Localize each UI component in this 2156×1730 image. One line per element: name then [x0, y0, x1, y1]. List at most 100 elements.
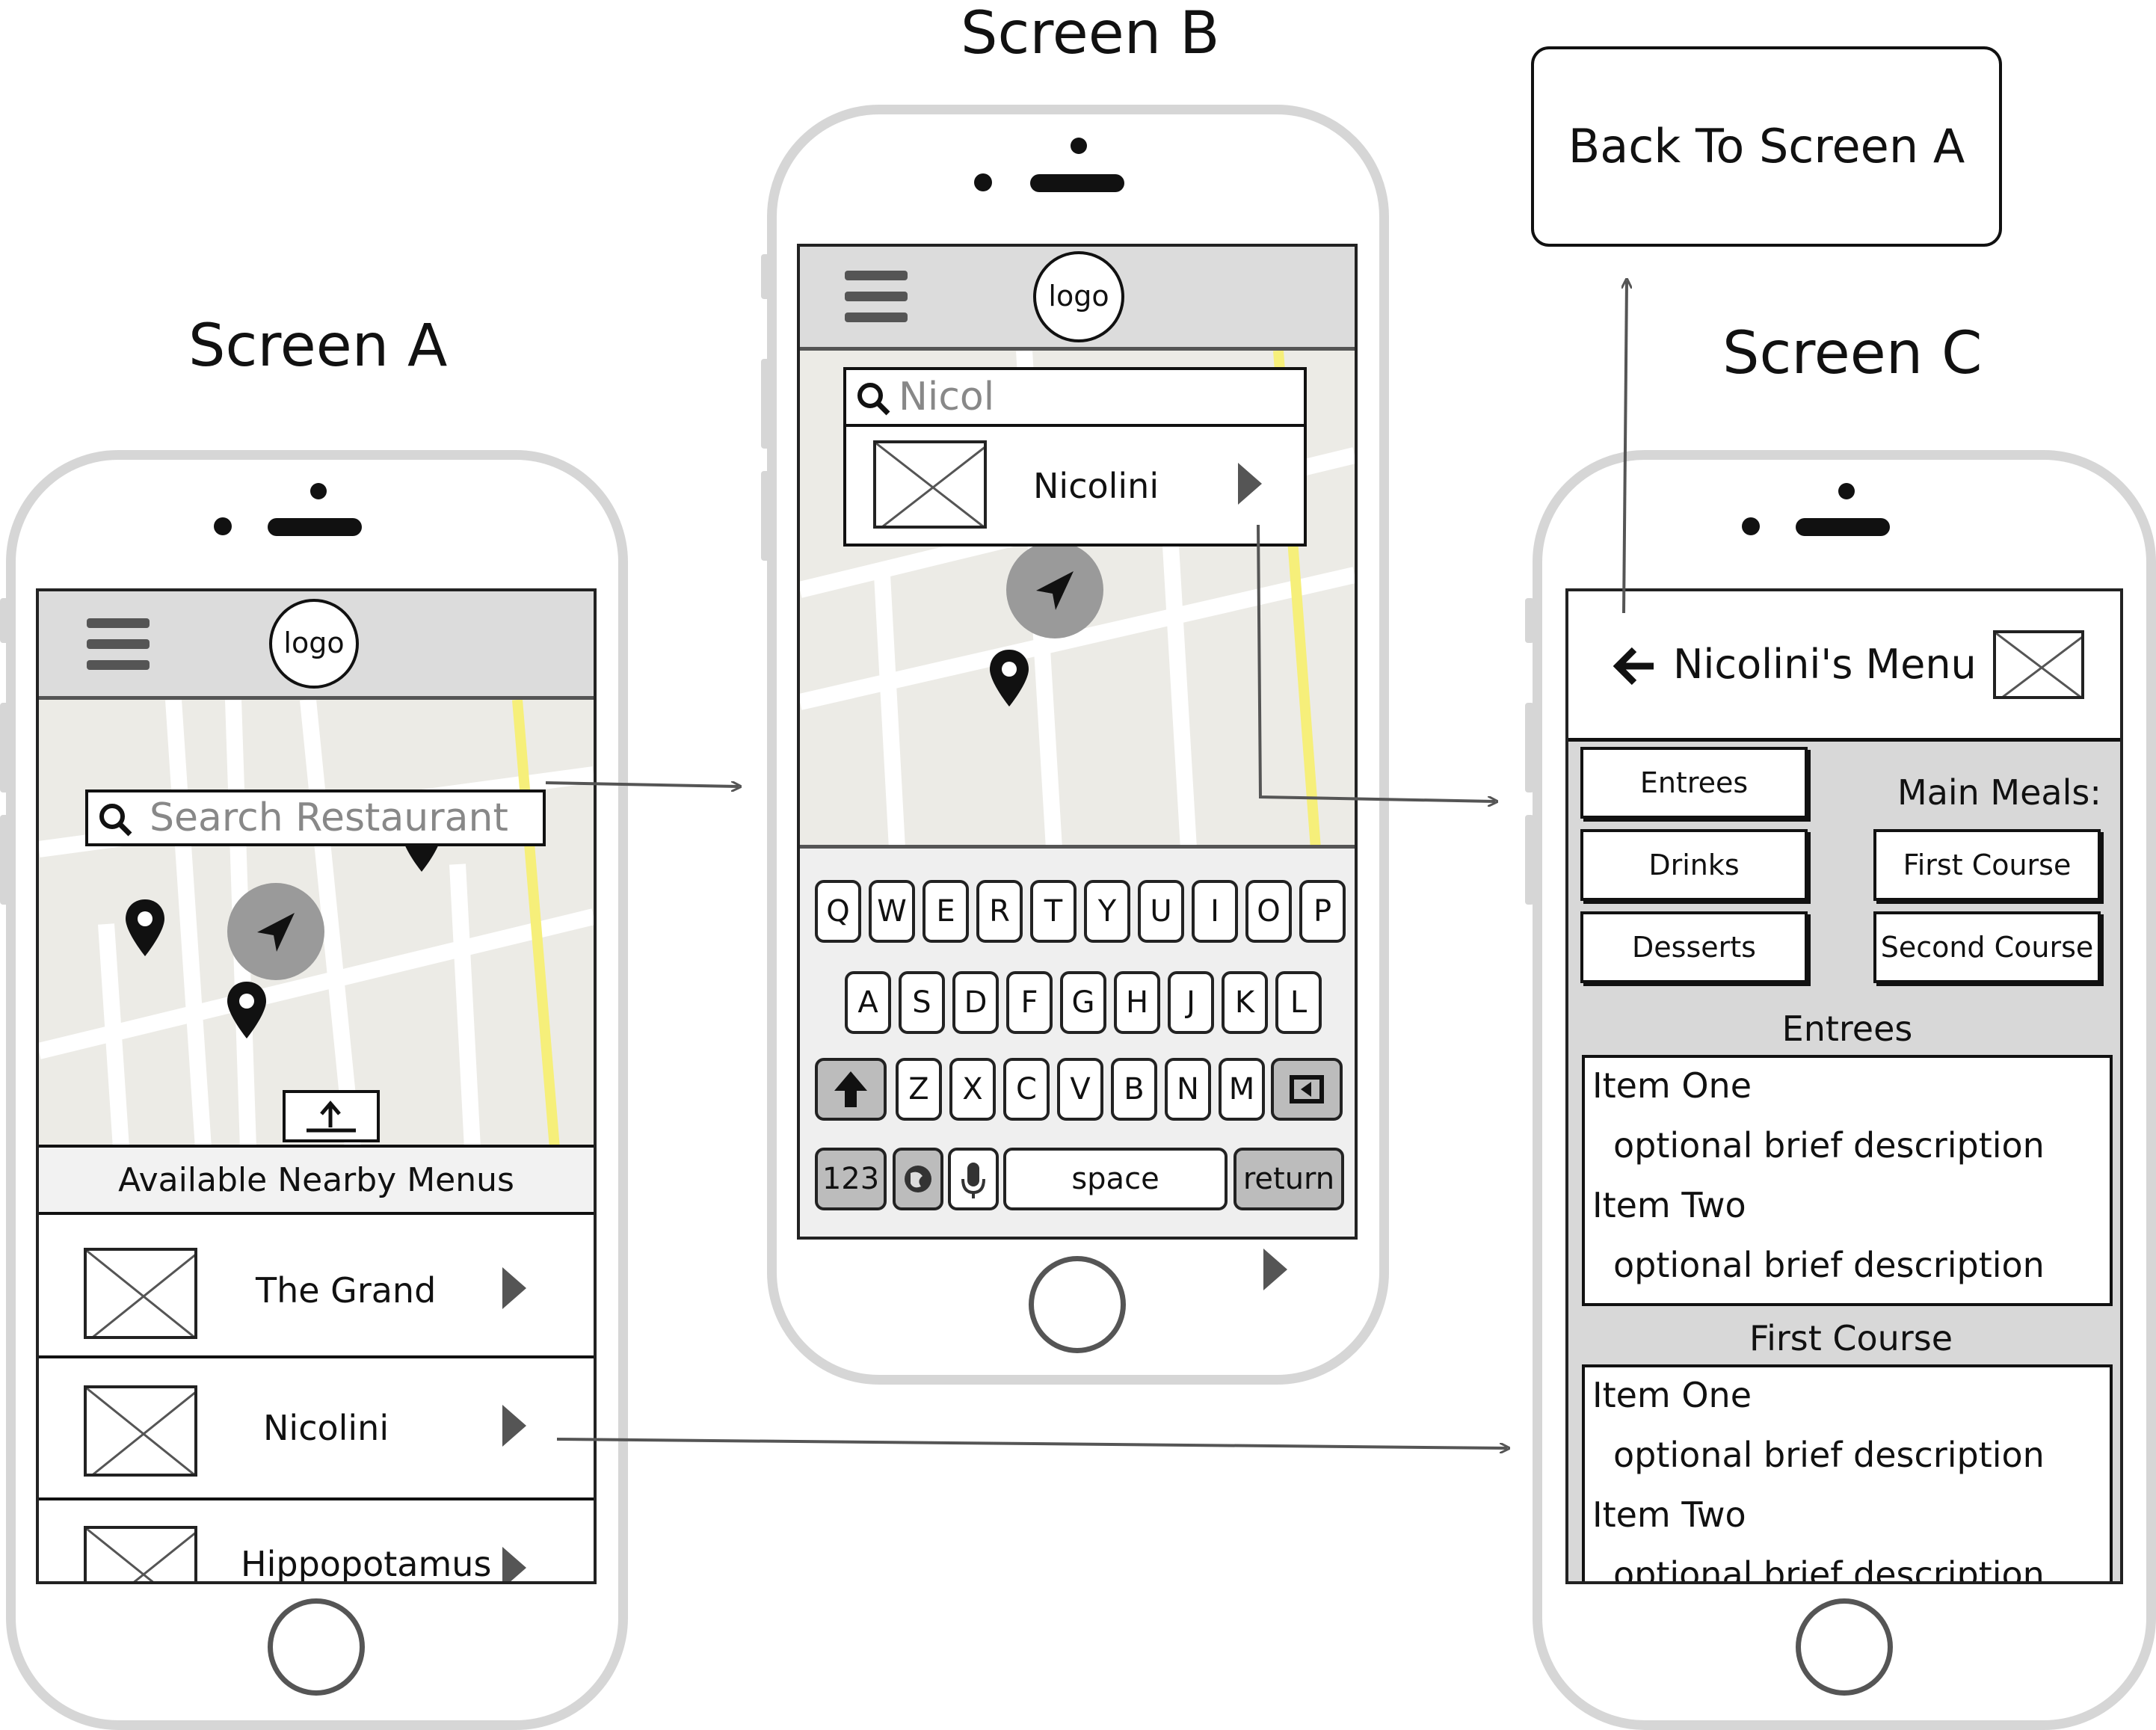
- restaurant-name: Nicolini: [263, 1408, 389, 1448]
- key-z[interactable]: Z: [896, 1058, 942, 1121]
- map-pin-icon[interactable]: [988, 648, 1030, 708]
- screen-b: logo Nicol Nicolini Q W E R T Y U I O P …: [797, 244, 1358, 1240]
- numbers-key-label: 123: [822, 1162, 880, 1196]
- pull-up-tab[interactable]: [283, 1090, 380, 1142]
- search-icon: [99, 804, 132, 837]
- drinks-button[interactable]: Drinks: [1580, 829, 1808, 901]
- entrees-button[interactable]: Entrees: [1580, 747, 1808, 819]
- key-x[interactable]: X: [949, 1058, 996, 1121]
- first-course-button[interactable]: First Course: [1873, 829, 2101, 901]
- key-e[interactable]: E: [923, 880, 969, 943]
- key-w[interactable]: W: [869, 880, 915, 943]
- key-o[interactable]: O: [1245, 880, 1292, 943]
- phone-a-speaker: [268, 518, 362, 536]
- backspace-icon: [1290, 1075, 1324, 1103]
- key-c[interactable]: C: [1003, 1058, 1050, 1121]
- map-pin-icon[interactable]: [124, 898, 166, 958]
- second-course-button[interactable]: Second Course: [1873, 911, 2101, 983]
- menu-item-description: optional brief description: [1613, 1435, 2045, 1475]
- image-placeholder-icon: [873, 440, 987, 529]
- key-b[interactable]: B: [1111, 1058, 1157, 1121]
- search-result-row[interactable]: Nicolini: [843, 424, 1307, 547]
- search-restaurant-input[interactable]: Search Restaurant: [85, 789, 546, 846]
- hamburger-menu-icon[interactable]: [845, 271, 908, 324]
- key-a[interactable]: A: [845, 971, 891, 1034]
- back-to-screen-a-label: Back To Screen A: [1568, 119, 1965, 173]
- list-header-label: Available Nearby Menus: [118, 1161, 514, 1199]
- chevron-right-icon[interactable]: [1263, 1249, 1287, 1290]
- key-l[interactable]: L: [1275, 971, 1322, 1034]
- return-key[interactable]: return: [1233, 1148, 1344, 1210]
- microphone-icon: [961, 1163, 985, 1198]
- chevron-right-icon[interactable]: [502, 1405, 526, 1447]
- key-d[interactable]: D: [952, 971, 999, 1034]
- chevron-right-icon[interactable]: [502, 1547, 526, 1581]
- search-icon: [857, 383, 890, 416]
- phone-c-speaker: [1796, 518, 1890, 536]
- current-location-icon[interactable]: [1006, 541, 1103, 638]
- phone-b-sensor: [1071, 138, 1087, 154]
- back-arrow-icon[interactable]: [1613, 644, 1658, 689]
- key-v[interactable]: V: [1057, 1058, 1103, 1121]
- main-meals-label: Main Meals:: [1897, 772, 2101, 813]
- back-to-screen-a-box[interactable]: Back To Screen A: [1531, 46, 2002, 247]
- phone-c-home-button[interactable]: [1796, 1598, 1893, 1696]
- screen-c-title: Screen C: [1722, 320, 1983, 387]
- key-g[interactable]: G: [1060, 971, 1106, 1034]
- screen-a-map: Search Restaurant: [39, 700, 594, 1148]
- phone-c-camera: [1742, 517, 1760, 535]
- first-course-button-label: First Course: [1903, 849, 2072, 881]
- restaurant-row[interactable]: The Grand: [39, 1212, 594, 1357]
- screen-b-header: logo: [800, 247, 1355, 351]
- key-k[interactable]: K: [1222, 971, 1268, 1034]
- key-m[interactable]: M: [1219, 1058, 1265, 1121]
- backspace-key[interactable]: [1271, 1058, 1343, 1121]
- second-course-button-label: Second Course: [1880, 931, 2094, 964]
- numbers-key[interactable]: 123: [815, 1148, 887, 1210]
- key-n[interactable]: N: [1165, 1058, 1211, 1121]
- screen-a-header: logo: [39, 591, 594, 700]
- key-i[interactable]: I: [1192, 880, 1238, 943]
- map-pin-icon[interactable]: [226, 980, 268, 1040]
- current-location-icon[interactable]: [227, 883, 324, 980]
- phone-b-home-button[interactable]: [1029, 1256, 1126, 1353]
- restaurant-name: Hippopotamus: [241, 1544, 492, 1584]
- key-t[interactable]: T: [1030, 880, 1077, 943]
- globe-key[interactable]: [893, 1148, 943, 1210]
- image-placeholder-icon: [1993, 630, 2084, 699]
- space-key[interactable]: space: [1003, 1148, 1228, 1210]
- microphone-key[interactable]: [948, 1148, 999, 1210]
- key-s[interactable]: S: [899, 971, 945, 1034]
- logo-label: logo: [1048, 280, 1109, 313]
- search-placeholder: Search Restaurant: [150, 795, 508, 840]
- restaurant-name: The Grand: [256, 1270, 437, 1311]
- key-p[interactable]: P: [1299, 880, 1346, 943]
- logo-label: logo: [283, 627, 345, 659]
- key-y[interactable]: Y: [1084, 880, 1130, 943]
- key-j[interactable]: J: [1168, 971, 1214, 1034]
- phone-a-camera: [214, 517, 232, 535]
- hamburger-menu-icon[interactable]: [87, 618, 150, 672]
- screen-b-title: Screen B: [961, 0, 1220, 67]
- key-h[interactable]: H: [1114, 971, 1160, 1034]
- phone-a-home-button[interactable]: [268, 1598, 365, 1696]
- key-r[interactable]: R: [976, 880, 1023, 943]
- menu-item-name: Item One: [1592, 1375, 1752, 1415]
- chevron-right-icon[interactable]: [1238, 463, 1262, 505]
- menu-item-description: optional brief description: [1613, 1125, 2045, 1166]
- section-title: First Course: [1749, 1318, 1953, 1358]
- image-placeholder-icon: [84, 1248, 197, 1339]
- restaurant-row[interactable]: Nicolini: [39, 1355, 594, 1500]
- search-input[interactable]: Nicol: [843, 367, 1307, 427]
- key-f[interactable]: F: [1006, 971, 1053, 1034]
- shift-key[interactable]: [815, 1058, 887, 1121]
- key-q[interactable]: Q: [815, 880, 861, 943]
- return-key-label: return: [1242, 1162, 1335, 1196]
- upload-arrow-icon: [307, 1101, 356, 1133]
- key-u[interactable]: U: [1138, 880, 1184, 943]
- menu-item-name: Item One: [1592, 1065, 1752, 1106]
- restaurant-row[interactable]: Hippopotamus: [39, 1497, 594, 1584]
- search-value: Nicol: [899, 375, 995, 419]
- desserts-button[interactable]: Desserts: [1580, 911, 1808, 983]
- chevron-right-icon[interactable]: [502, 1267, 526, 1309]
